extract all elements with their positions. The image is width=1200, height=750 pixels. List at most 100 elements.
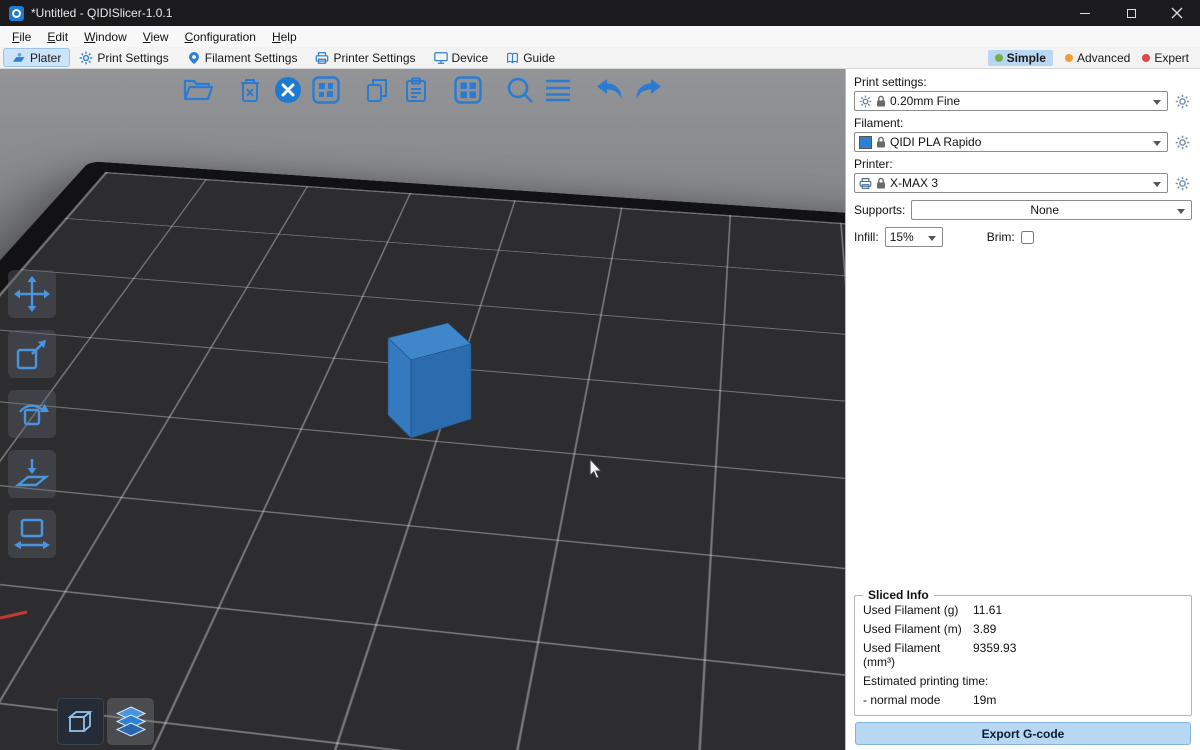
tab-device[interactable]: Device <box>425 48 498 67</box>
mode-simple[interactable]: Simple <box>988 50 1053 66</box>
copy-button[interactable] <box>360 72 396 108</box>
close-button[interactable] <box>1154 0 1200 26</box>
menu-window[interactable]: Window <box>76 28 135 46</box>
maximize-icon <box>1127 9 1136 18</box>
search-button[interactable] <box>502 72 538 108</box>
print-bed-surface <box>0 172 845 750</box>
copy-icon <box>365 77 391 103</box>
printer-icon <box>859 177 872 190</box>
print-settings-label: Print settings: <box>854 75 1192 89</box>
place-on-face-icon <box>12 454 52 494</box>
layer-height-button[interactable] <box>540 72 576 108</box>
expert-mode-dot-icon <box>1142 54 1150 62</box>
simple-mode-dot-icon <box>995 54 1003 62</box>
filament-icon <box>187 51 201 65</box>
print-bed[interactable] <box>0 161 845 750</box>
sliced-info-row: Used Filament (mm³) 9359.93 <box>863 638 1183 671</box>
variable-layer-height-icon <box>544 78 572 102</box>
advanced-mode-dot-icon <box>1065 54 1073 62</box>
gear-icon <box>1175 135 1190 150</box>
plater-icon <box>12 51 26 65</box>
paste-button[interactable] <box>398 72 434 108</box>
menu-bar: File Edit Window View Configuration Help <box>0 26 1200 47</box>
window-title: *Untitled - QIDISlicer-1.0.1 <box>31 6 172 20</box>
sliced-info-row: Used Filament (g) 11.61 <box>863 600 1183 619</box>
preview-view-button[interactable] <box>107 698 154 745</box>
viewport-canvas[interactable] <box>0 69 845 750</box>
place-on-face-gizmo-button[interactable] <box>8 450 56 498</box>
measure-gizmo-button[interactable] <box>8 510 56 558</box>
mode-switcher: Simple Advanced Expert <box>988 50 1197 66</box>
guide-icon <box>506 51 519 65</box>
undo-icon <box>595 78 625 102</box>
tab-plater[interactable]: Plater <box>3 48 70 67</box>
sliced-info-row: Used Filament (m) 3.89 <box>863 619 1183 638</box>
search-icon <box>505 75 535 105</box>
mode-advanced[interactable]: Advanced <box>1065 51 1130 65</box>
arrange-button[interactable] <box>308 72 344 108</box>
redo-icon <box>633 78 663 102</box>
tab-filament-settings[interactable]: Filament Settings <box>178 48 307 67</box>
gear-icon <box>79 51 93 65</box>
split-button[interactable] <box>450 72 486 108</box>
gear-icon <box>1175 176 1190 191</box>
menu-configuration[interactable]: Configuration <box>177 28 264 46</box>
lock-icon <box>876 95 886 108</box>
view-mode-switcher <box>57 698 154 745</box>
minimize-button[interactable] <box>1062 0 1108 26</box>
rotate-icon <box>12 394 52 434</box>
print-settings-combo[interactable]: 0.20mm Fine <box>854 91 1168 111</box>
infill-label: Infill: <box>854 230 879 244</box>
printer-gear-button[interactable] <box>1172 173 1192 193</box>
menu-help[interactable]: Help <box>264 28 305 46</box>
printer-combo[interactable]: X-MAX 3 <box>854 173 1168 193</box>
delete-all-button[interactable] <box>270 72 306 108</box>
lock-icon <box>876 136 886 149</box>
supports-combo[interactable]: None <box>911 200 1192 220</box>
menu-file[interactable]: File <box>4 28 39 46</box>
move-gizmo-button[interactable] <box>8 270 56 318</box>
minimize-icon <box>1080 13 1090 14</box>
scale-gizmo-button[interactable] <box>8 330 56 378</box>
editor-3d-icon <box>64 705 98 739</box>
delete-button[interactable] <box>232 72 268 108</box>
filament-gear-button[interactable] <box>1172 132 1192 152</box>
editor-view-button[interactable] <box>57 698 104 745</box>
settings-sidebar: Print settings: 0.20mm Fine Filament: QI… <box>845 69 1200 750</box>
redo-button[interactable] <box>630 72 666 108</box>
filament-color-swatch <box>859 136 872 149</box>
brim-checkbox[interactable] <box>1021 231 1034 244</box>
sliced-info-row: Estimated printing time: <box>863 671 1183 690</box>
undo-button[interactable] <box>592 72 628 108</box>
menu-edit[interactable]: Edit <box>39 28 76 46</box>
preview-layers-icon <box>113 704 149 740</box>
mode-expert[interactable]: Expert <box>1142 51 1189 65</box>
menu-view[interactable]: View <box>135 28 177 46</box>
folder-open-icon <box>183 77 213 103</box>
open-button[interactable] <box>180 72 216 108</box>
gear-icon <box>1175 94 1190 109</box>
maximize-button[interactable] <box>1108 0 1154 26</box>
print-settings-gear-button[interactable] <box>1172 91 1192 111</box>
rotate-gizmo-button[interactable] <box>8 390 56 438</box>
filament-label: Filament: <box>854 116 1192 130</box>
export-gcode-button[interactable]: Export G-code <box>855 722 1191 745</box>
filament-combo[interactable]: QIDI PLA Rapido <box>854 132 1168 152</box>
delete-all-icon <box>274 76 302 104</box>
tab-guide[interactable]: Guide <box>497 48 564 67</box>
tab-print-settings[interactable]: Print Settings <box>70 48 177 67</box>
move-icon <box>12 274 52 314</box>
scale-icon <box>12 334 52 374</box>
lock-icon <box>876 177 886 190</box>
infill-combo[interactable]: 15% <box>885 227 943 247</box>
supports-label: Supports: <box>854 203 905 217</box>
split-icon <box>454 76 482 104</box>
printer-label: Printer: <box>854 157 1192 171</box>
measure-icon <box>12 514 52 554</box>
tab-printer-settings[interactable]: Printer Settings <box>306 48 424 67</box>
arrange-icon <box>312 76 340 104</box>
sliced-info-panel: Sliced Info Used Filament (g) 11.61 Used… <box>854 595 1192 716</box>
sliced-info-row: - normal mode 19m <box>863 690 1183 709</box>
device-icon <box>434 51 448 65</box>
viewport-toolbar <box>180 72 668 108</box>
